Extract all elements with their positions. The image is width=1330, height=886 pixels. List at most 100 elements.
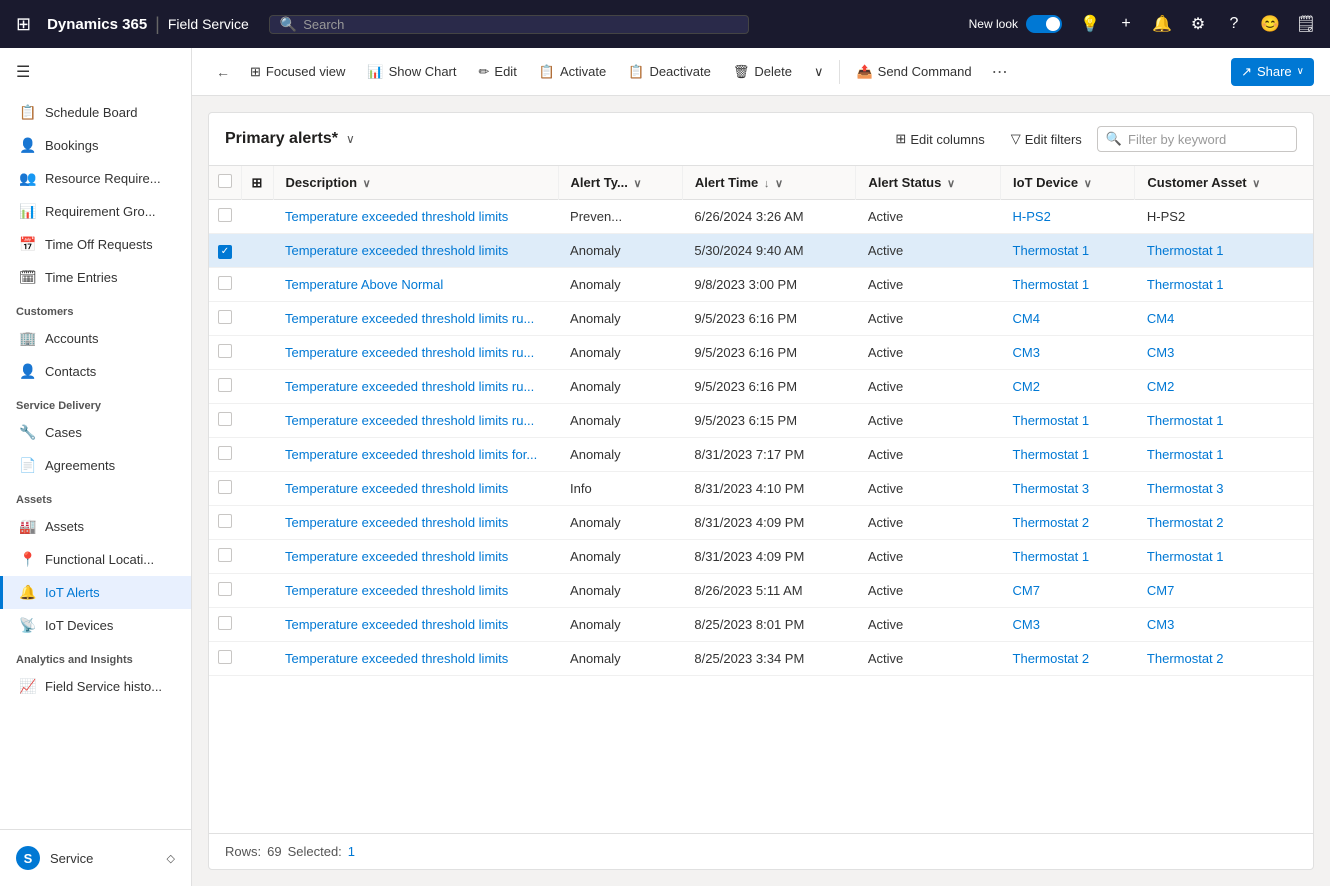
row-iot-device[interactable]: CM4	[1001, 301, 1135, 335]
description-link[interactable]: Temperature exceeded threshold limits	[285, 549, 508, 564]
row-checkbox[interactable]	[218, 276, 232, 290]
filter-input[interactable]	[1128, 132, 1288, 147]
iot-device-link[interactable]: CM7	[1013, 583, 1040, 598]
more-options-button[interactable]: ⋯	[984, 56, 1016, 88]
header-hierarchy[interactable]: ⊞	[241, 166, 273, 200]
row-checkbox[interactable]	[218, 310, 232, 324]
edit-filters-button[interactable]: ▽ Edit filters	[1000, 125, 1093, 153]
iot-device-link[interactable]: Thermostat 1	[1013, 413, 1090, 428]
row-checkbox-cell[interactable]: ✓	[209, 234, 241, 268]
row-checkbox-cell[interactable]	[209, 607, 241, 641]
row-checkbox[interactable]	[218, 650, 232, 664]
sidebar-item-schedule-board[interactable]: 📋 Schedule Board	[0, 96, 191, 129]
iot-device-link[interactable]: CM3	[1013, 345, 1040, 360]
iot-device-link[interactable]: Thermostat 2	[1013, 515, 1090, 530]
description-link[interactable]: Temperature exceeded threshold limits ru…	[285, 379, 534, 394]
sidebar-item-accounts[interactable]: 🏢 Accounts	[0, 322, 191, 355]
customer-asset-link[interactable]: CM3	[1147, 345, 1174, 360]
header-description[interactable]: Description ∨	[273, 166, 558, 200]
iot-device-link[interactable]: CM3	[1013, 617, 1040, 632]
row-checkbox-cell[interactable]	[209, 437, 241, 471]
row-iot-device[interactable]: CM2	[1001, 369, 1135, 403]
description-link[interactable]: Temperature exceeded threshold limits	[285, 617, 508, 632]
sidebar-item-contacts[interactable]: 👤 Contacts	[0, 355, 191, 388]
row-checkbox[interactable]	[218, 208, 232, 222]
sidebar-item-field-service-histo[interactable]: 📈 Field Service histo...	[0, 670, 191, 703]
row-checkbox[interactable]	[218, 548, 232, 562]
row-checkbox-cell[interactable]	[209, 200, 241, 234]
row-checkbox[interactable]	[218, 514, 232, 528]
header-select-all[interactable]	[209, 166, 241, 200]
sidebar-item-time-entries[interactable]: 🗓 Time Entries	[0, 261, 191, 294]
row-customer-asset[interactable]: CM4	[1135, 301, 1313, 335]
select-all-checkbox[interactable]	[218, 174, 232, 188]
customer-asset-link[interactable]: CM4	[1147, 311, 1174, 326]
description-link[interactable]: Temperature exceeded threshold limits	[285, 583, 508, 598]
share-button[interactable]: ↗ Share ∨	[1231, 58, 1314, 86]
row-iot-device[interactable]: Thermostat 1	[1001, 234, 1135, 268]
sidebar-item-time-off-requests[interactable]: 📅 Time Off Requests	[0, 228, 191, 261]
description-link[interactable]: Temperature Above Normal	[285, 277, 443, 292]
focused-view-button[interactable]: ⊞ Focused view	[240, 58, 355, 86]
row-description[interactable]: Temperature Above Normal	[273, 267, 558, 301]
row-checkbox-cell[interactable]	[209, 641, 241, 675]
profile-icon[interactable]: 😊	[1254, 8, 1286, 40]
row-iot-device[interactable]: Thermostat 2	[1001, 641, 1135, 675]
row-checkbox[interactable]	[218, 480, 232, 494]
iot-device-link[interactable]: Thermostat 1	[1013, 447, 1090, 462]
customer-asset-link[interactable]: CM3	[1147, 617, 1174, 632]
description-link[interactable]: Temperature exceeded threshold limits fo…	[285, 447, 537, 462]
row-iot-device[interactable]: Thermostat 2	[1001, 505, 1135, 539]
row-description[interactable]: Temperature exceeded threshold limits	[273, 200, 558, 234]
sidebar-item-iot-alerts[interactable]: 🔔 IoT Alerts	[0, 576, 191, 609]
row-description[interactable]: Temperature exceeded threshold limits	[273, 505, 558, 539]
add-icon[interactable]: +	[1110, 8, 1142, 40]
header-customer-asset[interactable]: Customer Asset ∨	[1135, 166, 1313, 200]
customer-asset-link[interactable]: CM2	[1147, 379, 1174, 394]
row-checkbox[interactable]	[218, 582, 232, 596]
row-checkbox-cell[interactable]	[209, 301, 241, 335]
row-customer-asset[interactable]: Thermostat 1	[1135, 234, 1313, 268]
row-checkbox-cell[interactable]	[209, 335, 241, 369]
row-customer-asset[interactable]: Thermostat 1	[1135, 267, 1313, 301]
row-checkbox-cell[interactable]	[209, 505, 241, 539]
sidebar-bottom-service[interactable]: S Service ◇	[0, 838, 191, 878]
customer-asset-link[interactable]: Thermostat 1	[1147, 243, 1224, 258]
iot-device-link[interactable]: H-PS2	[1013, 209, 1051, 224]
row-iot-device[interactable]: Thermostat 1	[1001, 267, 1135, 301]
customer-asset-link[interactable]: Thermostat 2	[1147, 515, 1224, 530]
row-iot-device[interactable]: Thermostat 1	[1001, 403, 1135, 437]
show-chart-button[interactable]: 📊 Show Chart	[357, 58, 466, 86]
sidebar-item-functional-locati[interactable]: 📍 Functional Locati...	[0, 543, 191, 576]
iot-device-link[interactable]: Thermostat 1	[1013, 243, 1090, 258]
header-alert-time[interactable]: Alert Time ↓ ∨	[682, 166, 855, 200]
row-customer-asset[interactable]: Thermostat 2	[1135, 505, 1313, 539]
row-checkbox[interactable]: ✓	[218, 245, 232, 259]
row-iot-device[interactable]: CM3	[1001, 335, 1135, 369]
row-checkbox-cell[interactable]	[209, 403, 241, 437]
description-link[interactable]: Temperature exceeded threshold limits	[285, 515, 508, 530]
search-input[interactable]	[303, 17, 738, 32]
row-customer-asset[interactable]: Thermostat 1	[1135, 539, 1313, 573]
send-command-button[interactable]: 📤 Send Command	[846, 58, 981, 86]
iot-device-link[interactable]: Thermostat 1	[1013, 277, 1090, 292]
header-iot-device[interactable]: IoT Device ∨	[1001, 166, 1135, 200]
description-link[interactable]: Temperature exceeded threshold limits ru…	[285, 345, 534, 360]
sidebar-item-bookings[interactable]: 👤 Bookings	[0, 129, 191, 162]
sidebar-item-requirement-gro[interactable]: 📊 Requirement Gro...	[0, 195, 191, 228]
customer-asset-link[interactable]: Thermostat 1	[1147, 277, 1224, 292]
row-description[interactable]: Temperature exceeded threshold limits ru…	[273, 403, 558, 437]
description-link[interactable]: Temperature exceeded threshold limits	[285, 243, 508, 258]
row-checkbox[interactable]	[218, 446, 232, 460]
row-description[interactable]: Temperature exceeded threshold limits fo…	[273, 437, 558, 471]
filter-input-container[interactable]: 🔍	[1097, 126, 1297, 152]
help-icon[interactable]: ?	[1218, 8, 1250, 40]
sidebar-item-resource-require[interactable]: 👥 Resource Require...	[0, 162, 191, 195]
row-customer-asset[interactable]: Thermostat 1	[1135, 437, 1313, 471]
row-customer-asset[interactable]: Thermostat 2	[1135, 641, 1313, 675]
grid-title-chevron[interactable]: ∨	[346, 132, 355, 146]
row-customer-asset[interactable]: CM3	[1135, 335, 1313, 369]
dropdown-button[interactable]: ∨	[804, 58, 834, 86]
description-link[interactable]: Temperature exceeded threshold limits ru…	[285, 311, 534, 326]
deactivate-button[interactable]: 📋 Deactivate	[618, 58, 721, 86]
